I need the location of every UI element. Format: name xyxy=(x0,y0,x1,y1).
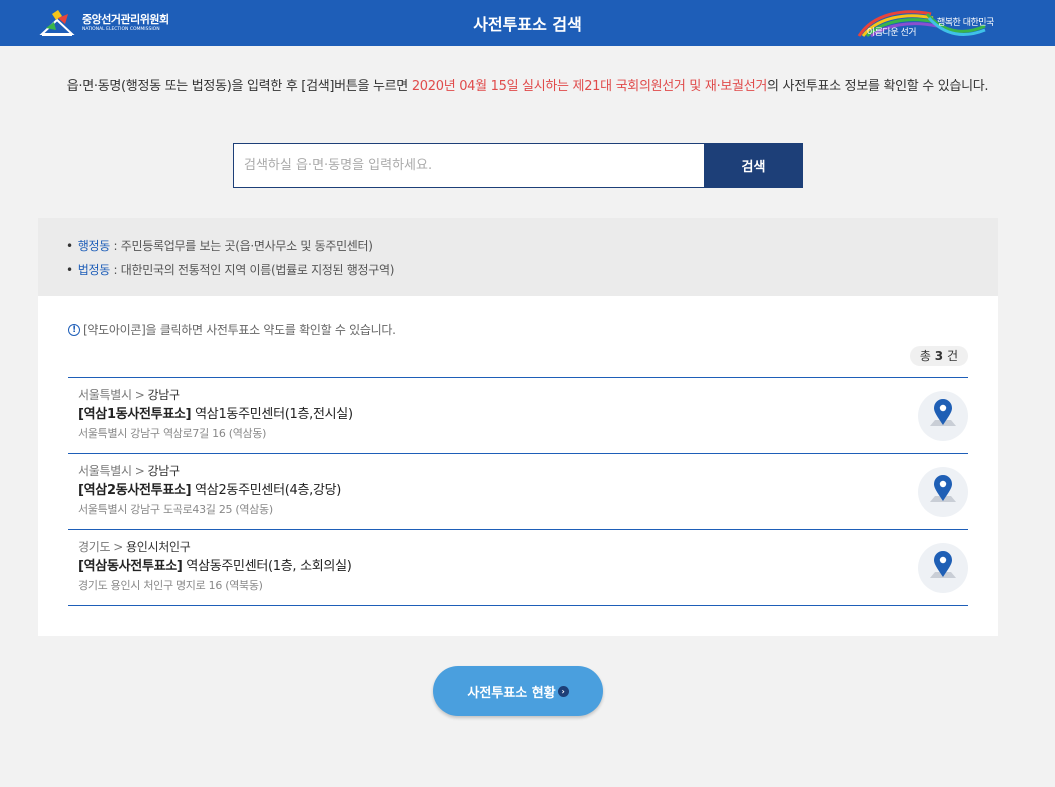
guide-desc: : 주민등록업무를 보는 곳(읍·면사무소 및 동주민센터) xyxy=(110,239,373,253)
chevron-right-icon: › xyxy=(557,685,569,697)
guide-term: 법정동 xyxy=(77,263,111,277)
dong-type-guide: • 행정동 : 주민등록업무를 보는 곳(읍·면사무소 및 동주민센터) • 법정동… xyxy=(38,218,998,296)
map-button[interactable] xyxy=(918,391,968,441)
region-breadcrumb: 서울특별시 > 강남구 xyxy=(78,462,968,480)
list-item: 서울특별시 > 강남구 [역삼2동사전투표소] 역삼2동주민센터(4층,강당) 서울… xyxy=(68,454,968,530)
list-item: 서울특별시 > 강남구 [역삼1동사전투표소] 역삼1동주민센터(1층,전시실) 서… xyxy=(68,378,968,454)
map-pin-icon xyxy=(930,551,956,578)
guide-item-beopjeongdong: • 법정동 : 대한민국의 전통적인 지역 이름(법률로 지정된 행정구역) xyxy=(66,258,998,282)
guide-term: 행정동 xyxy=(77,239,111,253)
station-place: 역삼동주민센터(1층, 소회의실) xyxy=(182,559,352,574)
result-list: 서울특별시 > 강남구 [역삼1동사전투표소] 역삼1동주민센터(1층,전시실) 서… xyxy=(68,377,968,606)
district-text: 강남구 xyxy=(147,464,180,478)
results-panel: ! [약도아이콘]을 클릭하면 사전투표소 약도를 확인할 수 있습니다. 총 … xyxy=(38,296,998,636)
station-address: 서울특별시 강남구 도곡로43길 25 (역삼동) xyxy=(78,503,273,516)
map-pin-icon xyxy=(930,475,956,502)
station-name: [역삼동사전투표소] xyxy=(78,559,183,574)
list-item: 경기도 > 용인시처인구 [역삼동사전투표소] 역삼동주민센터(1층, 소회의실) … xyxy=(68,530,968,606)
breadcrumb-separator: > xyxy=(134,464,145,478)
region-text: 경기도 xyxy=(78,540,111,554)
slogan-right-text: 행복한 대한민국 xyxy=(937,18,994,28)
bullet-icon: • xyxy=(66,263,73,277)
station-place: 역삼2동주민센터(4층,강당) xyxy=(191,483,342,498)
map-notice: ! [약도아이콘]을 클릭하면 사전투표소 약도를 확인할 수 있습니다. xyxy=(68,321,396,338)
status-button-label: 사전투표소 현황 xyxy=(467,685,556,701)
breadcrumb-separator: > xyxy=(113,540,123,554)
station-address: 경기도 용인시 처인구 명지로 16 (역북동) xyxy=(78,579,263,592)
station-title: [역삼동사전투표소] 역삼동주민센터(1층, 소회의실) xyxy=(78,556,968,578)
station-title: [역삼2동사전투표소] 역삼2동주민센터(4층,강당) xyxy=(78,480,968,502)
intro-before: 읍·면·동명(행정동 또는 법정동)을 입력한 후 [검색]버튼을 누르면 xyxy=(66,79,412,94)
station-address: 서울특별시 강남구 역삼로7길 16 (역삼동) xyxy=(78,427,267,440)
count-suffix: 건 xyxy=(943,349,958,363)
slogan-left-text: 아름다운 선거 xyxy=(867,28,917,38)
region-text: 서울특별시 xyxy=(78,388,132,402)
map-pin-icon xyxy=(930,399,956,426)
region-text: 서울특별시 xyxy=(78,464,132,478)
header-bar: 중앙선거관리위원회 NATIONAL ELECTION COMMISSION 사… xyxy=(0,0,1055,46)
search-input[interactable] xyxy=(233,143,704,188)
result-count-badge: 총 3 건 xyxy=(909,346,968,366)
station-title: [역삼1동사전투표소] 역삼1동주민센터(1층,전시실) xyxy=(78,404,968,426)
district-text: 강남구 xyxy=(147,388,180,402)
count-prefix: 총 xyxy=(919,349,935,363)
search-button[interactable]: 검색 xyxy=(704,143,803,188)
search-bar: 검색 xyxy=(233,143,803,188)
notice-text: [약도아이콘]을 클릭하면 사전투표소 약도를 확인할 수 있습니다. xyxy=(83,323,396,337)
early-voting-status-button[interactable]: 사전투표소 현황 › xyxy=(433,666,603,716)
slogan-banner: 아름다운 선거 행복한 대한민국 xyxy=(853,6,1003,40)
map-button[interactable] xyxy=(918,543,968,593)
info-icon: ! xyxy=(68,323,80,336)
district-text: 용인시처인구 xyxy=(126,540,191,554)
bullet-icon: • xyxy=(66,239,73,253)
intro-text: 읍·면·동명(행정동 또는 법정동)을 입력한 후 [검색]버튼을 누르면 20… xyxy=(0,78,1055,96)
station-name: [역삼1동사전투표소] xyxy=(78,407,192,422)
region-breadcrumb: 서울특별시 > 강남구 xyxy=(78,386,968,404)
station-place: 역삼1동주민센터(1층,전시실) xyxy=(191,407,353,422)
intro-after: 의 사전투표소 정보를 확인할 수 있습니다. xyxy=(767,79,989,94)
guide-desc: : 대한민국의 전통적인 지역 이름(법률로 지정된 행정구역) xyxy=(110,263,395,277)
region-breadcrumb: 경기도 > 용인시처인구 xyxy=(78,538,968,556)
station-name: [역삼2동사전투표소] xyxy=(78,483,192,498)
guide-item-haengjeongdong: • 행정동 : 주민등록업무를 보는 곳(읍·면사무소 및 동주민센터) xyxy=(66,234,998,258)
breadcrumb-separator: > xyxy=(134,388,145,402)
map-button[interactable] xyxy=(918,467,968,517)
intro-highlight: 2020년 04월 15일 실시하는 제21대 국회의원선거 및 재·보궐선거 xyxy=(411,79,768,94)
count-value: 3 xyxy=(934,349,944,363)
